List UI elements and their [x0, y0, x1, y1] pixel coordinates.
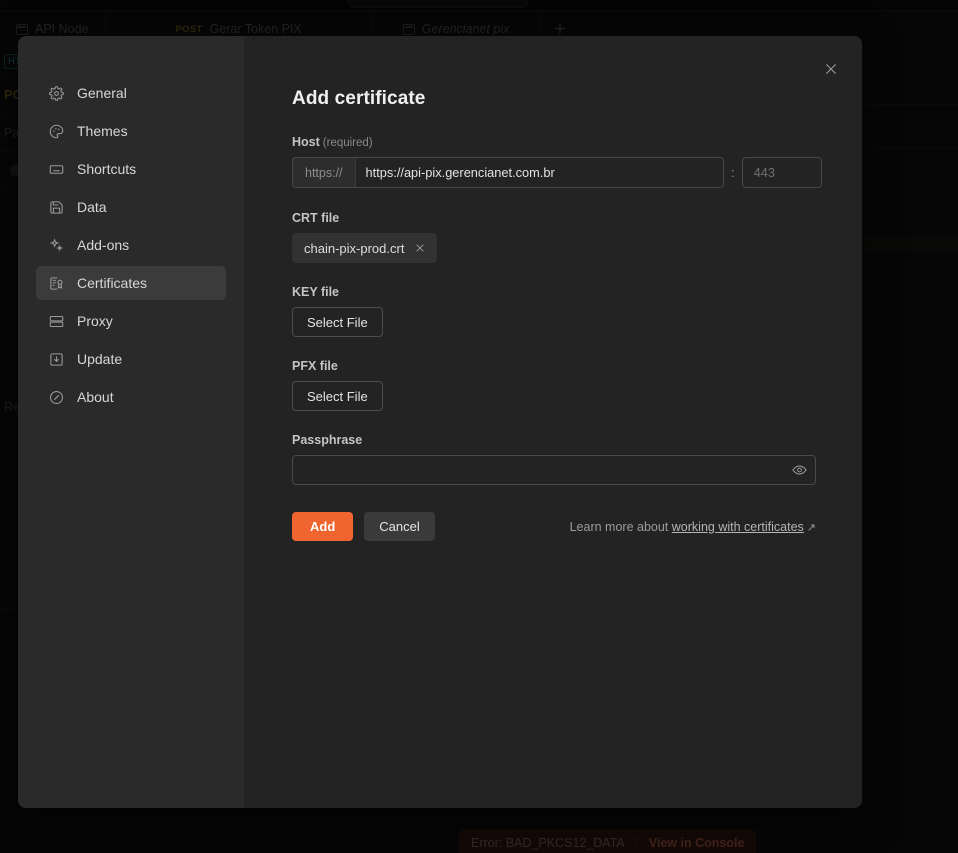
crt-file-chip: chain-pix-prod.crt [292, 233, 438, 263]
certificate-icon [48, 275, 64, 291]
close-icon[interactable] [818, 56, 844, 82]
sidebar-item-data[interactable]: Data [36, 190, 226, 224]
add-certificate-modal: General Themes Shortcuts Data Add-ons Ce… [18, 36, 862, 808]
add-button[interactable]: Add [292, 512, 354, 541]
external-link-icon: ↗ [806, 521, 816, 534]
info-circle-icon [48, 389, 64, 405]
keyboard-icon [48, 161, 64, 177]
learn-more-prefix: Learn more about [569, 519, 669, 534]
settings-sidebar: General Themes Shortcuts Data Add-ons Ce… [18, 36, 244, 808]
sidebar-item-label: Data [77, 199, 107, 215]
select-key-file-button[interactable]: Select File [292, 307, 383, 337]
port-input[interactable] [741, 157, 822, 188]
sidebar-item-label: Add-ons [77, 237, 130, 253]
form-actions: Add Cancel Learn more about working with… [292, 512, 816, 541]
sidebar-item-proxy[interactable]: Proxy [36, 304, 226, 338]
sidebar-item-label: Certificates [77, 275, 148, 291]
sidebar-item-label: Themes [77, 123, 128, 139]
server-icon [48, 313, 64, 329]
palette-icon [48, 123, 64, 139]
working-with-certificates-link[interactable]: working with certificates [672, 520, 804, 534]
sidebar-item-label: General [77, 85, 127, 101]
settings-content-pane: Add certificate Host (required) https:// … [244, 36, 862, 808]
page-title: Add certificate [292, 88, 426, 109]
sidebar-item-add-ons[interactable]: Add-ons [36, 228, 226, 262]
host-input[interactable] [355, 158, 723, 187]
passphrase-label: Passphrase [292, 433, 363, 447]
sidebar-item-shortcuts[interactable]: Shortcuts [36, 152, 226, 186]
passphrase-field-wrap [292, 455, 816, 485]
save-disk-icon [48, 199, 64, 215]
download-box-icon [48, 351, 64, 367]
sidebar-item-about[interactable]: About [36, 380, 226, 414]
host-field-label: Host (required) [292, 135, 832, 149]
sidebar-item-certificates[interactable]: Certificates [36, 266, 226, 300]
remove-crt-file-icon[interactable] [415, 243, 425, 253]
gear-icon [48, 85, 64, 101]
select-pfx-file-button[interactable]: Select File [292, 381, 383, 411]
sidebar-item-label: Proxy [77, 313, 113, 329]
sidebar-item-update[interactable]: Update [36, 342, 226, 376]
app-root: API Node POST Gerar Token PIX Gerenciane… [0, 0, 958, 853]
host-protocol-prefix: https:// [293, 158, 356, 187]
sidebar-item-themes[interactable]: Themes [36, 114, 226, 148]
crt-file-name: chain-pix-prod.crt [304, 240, 405, 256]
key-file-label: KEY file [292, 285, 340, 299]
sparkles-icon [48, 237, 64, 253]
host-input-group: https:// [292, 157, 724, 188]
crt-file-label: CRT file [292, 211, 340, 225]
pfx-file-label: PFX file [292, 359, 338, 373]
host-port-separator: : [731, 165, 735, 180]
learn-more-text: Learn more about working with certificat… [570, 520, 816, 534]
host-label-text: Host [292, 135, 320, 149]
host-row: https:// : [292, 157, 832, 188]
sidebar-item-label: Shortcuts [77, 161, 137, 177]
sidebar-item-general[interactable]: General [36, 76, 226, 110]
sidebar-item-label: About [77, 389, 114, 405]
cancel-button[interactable]: Cancel [364, 512, 435, 541]
sidebar-item-label: Update [77, 351, 123, 367]
eye-icon[interactable] [792, 463, 807, 478]
passphrase-input[interactable] [292, 455, 816, 485]
host-required-note: (required) [322, 137, 373, 149]
